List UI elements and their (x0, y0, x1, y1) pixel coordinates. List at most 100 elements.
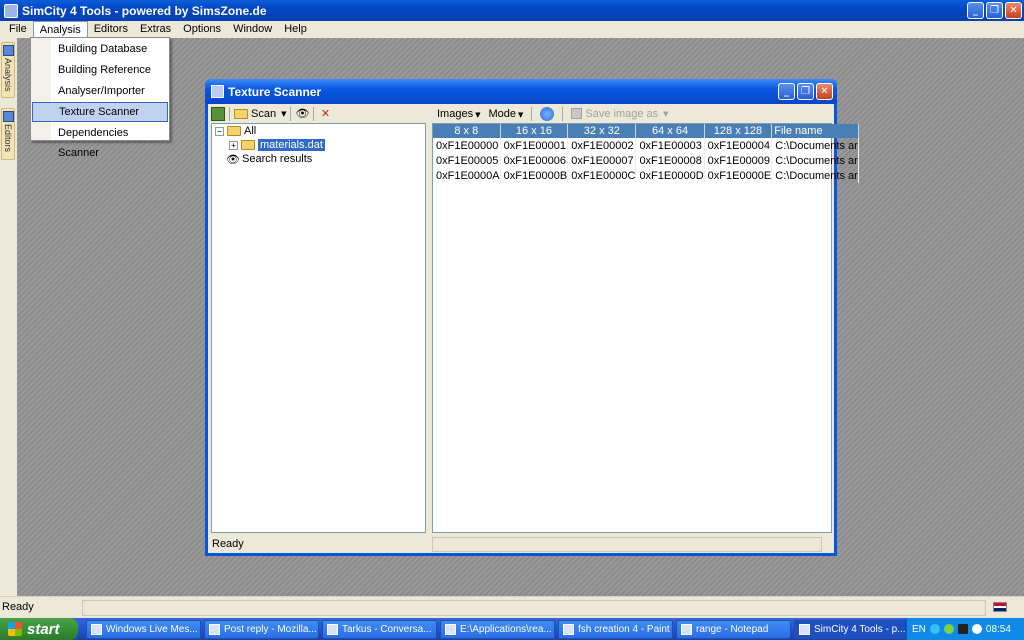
menu-file[interactable]: File (3, 21, 33, 38)
network-icon[interactable] (929, 624, 940, 634)
table-cell[interactable]: 0xF1E0000A (433, 168, 501, 183)
exit-icon[interactable] (211, 106, 225, 121)
mode-dropdown[interactable]: Mode ▼ (488, 108, 523, 120)
menu-window[interactable]: Window (227, 21, 278, 38)
table-cell[interactable]: 0xF1E00000 (433, 138, 501, 153)
table-cell[interactable]: 0xF1E00003 (635, 138, 705, 153)
column-header[interactable]: 8 x 8 (433, 124, 501, 138)
child-close-button[interactable]: ✕ (816, 83, 833, 100)
child-maximize-button[interactable]: ❐ (797, 83, 814, 100)
tree-node-label: Search results (242, 153, 313, 165)
task-label: fsh creation 4 - Paint (578, 623, 670, 635)
binoculars-icon[interactable]: 👁 (295, 107, 309, 121)
messenger-icon (327, 623, 338, 635)
table-cell[interactable]: 0xF1E00004 (704, 138, 773, 153)
table-cell[interactable]: 0xF1E00006 (500, 153, 569, 168)
child-title-bar[interactable]: Texture Scanner _ ❐ ✕ (205, 79, 837, 104)
task-label: Windows Live Mes... (106, 623, 198, 635)
table-cell[interactable]: 0xF1E0000D (635, 168, 705, 183)
restore-button[interactable]: ❐ (986, 2, 1003, 19)
tray-app-icon[interactable] (957, 624, 968, 634)
table-header-row: 8 x 8 16 x 16 32 x 32 64 x 64 128 x 128 … (433, 124, 859, 138)
table-cell[interactable]: C:\Documents ar (771, 138, 859, 153)
status-bar: Ready (0, 596, 1024, 618)
flag-icon (993, 602, 1007, 612)
menu-options[interactable]: Options (177, 21, 227, 38)
folder-open-icon (234, 108, 248, 119)
folder-icon (227, 126, 241, 136)
save-icon (571, 108, 583, 119)
table-cell[interactable]: C:\Documents ar (771, 153, 859, 168)
task-button[interactable]: E:\Applications\rea... (440, 619, 555, 639)
child-body: Scan ▼ 👁 ✕ Images ▼ Mode ▼ Save image as ▼ (208, 104, 859, 553)
folder-icon (241, 140, 255, 150)
chevron-down-icon: ▼ (475, 110, 481, 119)
task-button[interactable]: fsh creation 4 - Paint (558, 619, 673, 639)
menu-extras[interactable]: Extras (134, 21, 177, 38)
app-window-controls: _ ❐ ✕ (967, 2, 1022, 19)
start-button[interactable]: start (0, 618, 78, 640)
table-row[interactable]: 0xF1E0000A 0xF1E0000B 0xF1E0000C 0xF1E00… (433, 168, 859, 183)
task-button[interactable]: Tarkus - Conversa... (322, 619, 437, 639)
messenger-tray-icon[interactable] (943, 624, 954, 634)
scan-button[interactable]: Scan ▼ (234, 108, 286, 120)
column-header[interactable]: 32 x 32 (567, 124, 637, 138)
table-cell[interactable]: 0xF1E00001 (500, 138, 569, 153)
menu-item-building-database[interactable]: Building Database (32, 39, 168, 59)
menu-help[interactable]: Help (278, 21, 313, 38)
task-button[interactable]: Windows Live Mes... (86, 619, 201, 639)
table-cell[interactable]: 0xF1E00009 (704, 153, 773, 168)
delete-icon[interactable]: ✕ (318, 107, 332, 121)
messenger-icon (91, 623, 102, 635)
task-button[interactable]: range - Notepad (676, 619, 791, 639)
table-row[interactable]: 0xF1E00000 0xF1E00001 0xF1E00002 0xF1E00… (433, 138, 859, 153)
column-header[interactable]: 64 x 64 (635, 124, 705, 138)
collapse-icon[interactable]: − (215, 126, 224, 136)
dock-tab-analysis[interactable]: Analysis (1, 42, 15, 98)
texture-scanner-window: Texture Scanner _ ❐ ✕ Scan ▼ 👁 ✕ Images ▼… (205, 79, 859, 556)
table-cell[interactable]: 0xF1E00002 (567, 138, 637, 153)
images-dropdown[interactable]: Images ▼ (437, 108, 480, 120)
toolbar-separator (313, 106, 315, 121)
table-cell[interactable]: 0xF1E00008 (635, 153, 705, 168)
column-header[interactable]: 128 x 128 (704, 124, 773, 138)
expand-icon[interactable]: + (229, 140, 238, 150)
toolbar-separator (562, 106, 564, 121)
menu-analysis[interactable]: Analysis (32, 21, 88, 38)
menu-item-analyser-importer[interactable]: Analyser/Importer (32, 81, 168, 101)
minimize-button[interactable]: _ (967, 2, 984, 19)
chevron-down-icon: ▼ (281, 109, 287, 118)
tree-node-all[interactable]: − All (215, 124, 256, 138)
language-indicator[interactable]: EN (912, 624, 926, 635)
child-minimize-button[interactable]: _ (778, 83, 795, 100)
save-image-button[interactable]: Save image as ▼ (571, 108, 669, 120)
task-button[interactable]: Post reply - Mozilla... (204, 619, 319, 639)
table-cell[interactable]: 0xF1E00005 (433, 153, 501, 168)
table-cell[interactable]: 0xF1E0000C (567, 168, 637, 183)
menu-item-texture-scanner[interactable]: Texture Scanner (32, 102, 168, 122)
tree-node-materials[interactable]: + materials.dat (229, 138, 325, 152)
dock-tab-editors[interactable]: Editors (1, 108, 15, 160)
texture-grid[interactable]: 8 x 8 16 x 16 32 x 32 64 x 64 128 x 128 … (432, 123, 859, 533)
file-tree[interactable]: − All + materials.dat 👁 Search results (211, 123, 426, 533)
table-row[interactable]: 0xF1E00005 0xF1E00006 0xF1E00007 0xF1E00… (433, 153, 859, 168)
table-cell[interactable]: 0xF1E0000B (500, 168, 569, 183)
app-title-bar[interactable]: SimCity 4 Tools - powered by SimsZone.de… (0, 0, 1024, 21)
column-header[interactable]: File name (771, 124, 859, 138)
globe-icon[interactable] (540, 106, 555, 121)
close-button[interactable]: ✕ (1005, 2, 1022, 19)
dock-tab-label: Analysis (3, 58, 13, 92)
table-cell[interactable]: C:\Documents ar (771, 168, 859, 183)
menu-editors[interactable]: Editors (88, 21, 134, 38)
task-label: range - Notepad (696, 623, 769, 635)
column-header[interactable]: 16 x 16 (500, 124, 569, 138)
tree-node-search-results[interactable]: 👁 Search results (226, 152, 313, 166)
volume-icon[interactable] (971, 624, 982, 634)
side-dock: Analysis Editors (0, 38, 17, 596)
table-cell[interactable]: 0xF1E00007 (567, 153, 637, 168)
menu-item-building-reference[interactable]: Building Reference (32, 60, 168, 80)
menu-item-dependencies-scanner[interactable]: Dependencies Scanner (32, 123, 168, 159)
task-button[interactable]: SimCity 4 Tools - p... (794, 619, 909, 639)
table-cell[interactable]: 0xF1E0000E (704, 168, 773, 183)
windows-logo-icon (8, 622, 22, 636)
